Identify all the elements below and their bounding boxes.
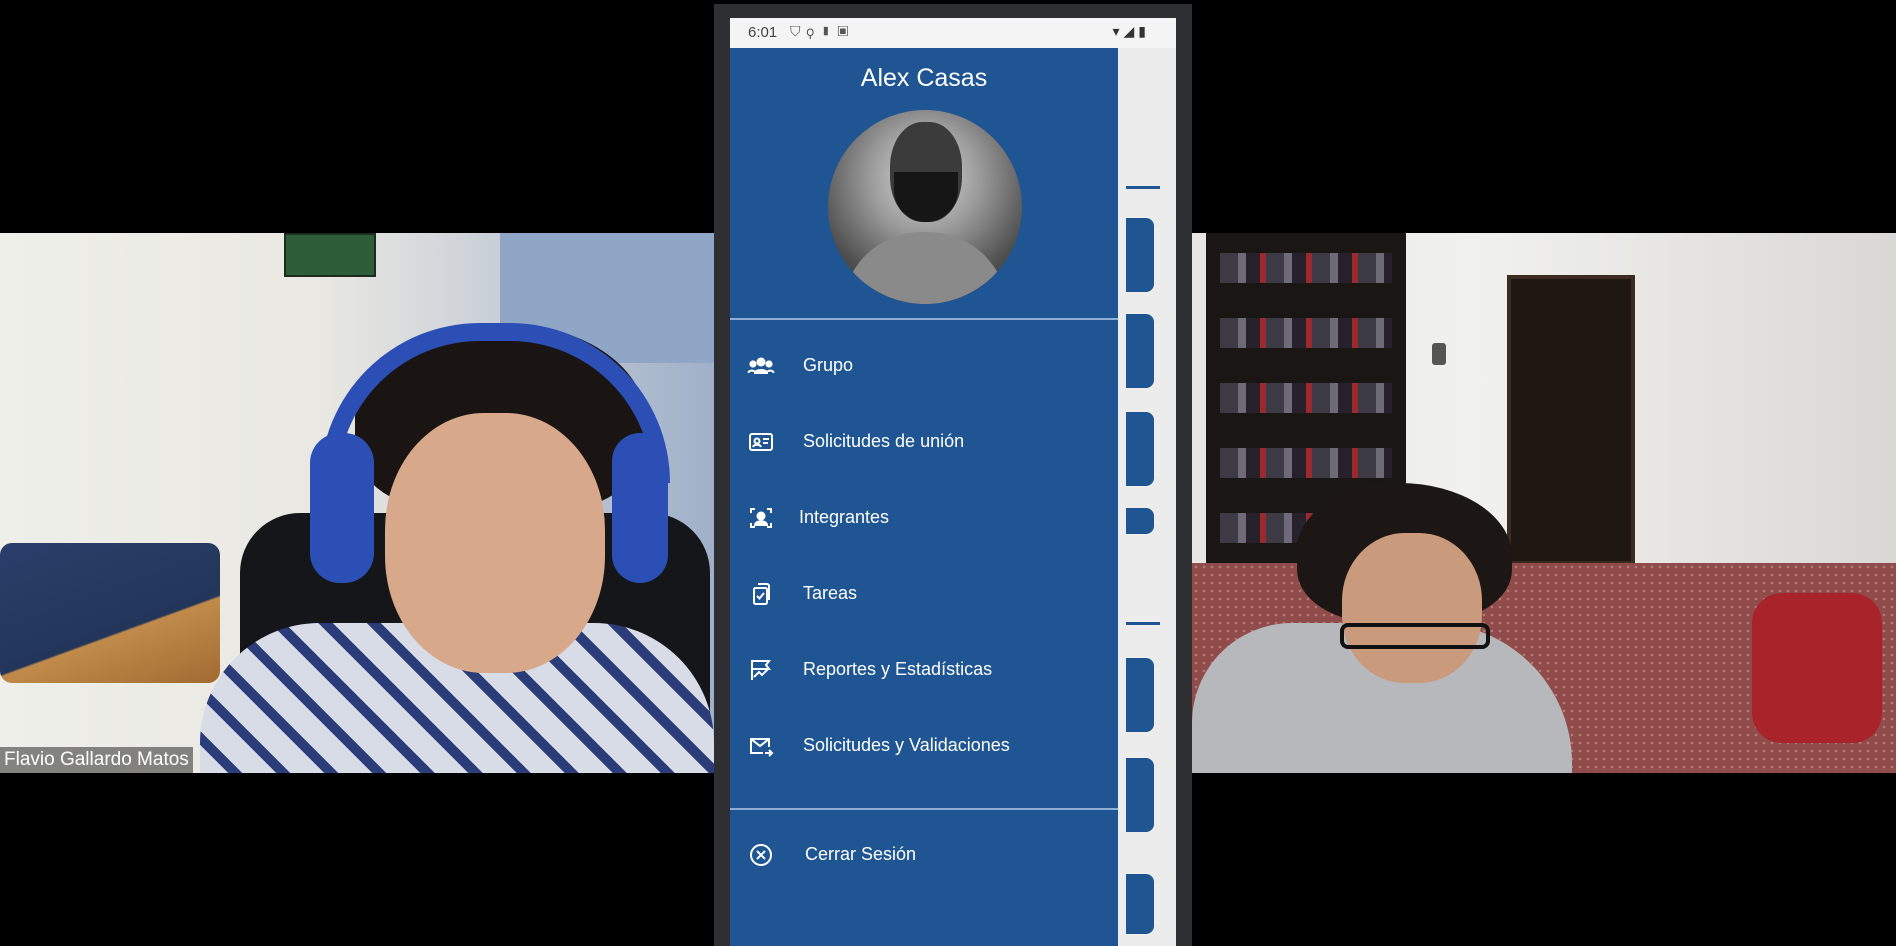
shared-phone-screen: 6:01 ⛉⚲▮▣ ▾◢▮ Alex Casas Grupo Solicitud… — [714, 4, 1192, 946]
status-right-icons: ▾◢▮ — [1112, 23, 1150, 40]
door — [1507, 275, 1635, 565]
signal-icon: ◢ — [1123, 23, 1139, 39]
member-icon — [744, 501, 778, 535]
status-bar: 6:01 ⛉⚲▮▣ ▾◢▮ — [730, 18, 1176, 48]
wall-picture — [284, 233, 376, 277]
headset-earcup-right — [612, 433, 668, 583]
vacuum-cleaner — [1752, 593, 1882, 743]
mail-icon — [744, 729, 778, 763]
status-left-icons: ⛉⚲▮▣ — [790, 23, 854, 40]
navigation-drawer: Alex Casas Grupo Solicitudes de unión In… — [730, 48, 1118, 946]
background-card — [1126, 314, 1154, 388]
menu-item-label: Integrantes — [799, 507, 890, 527]
menu-item-label: Reportes y Estadísticas — [803, 659, 993, 679]
close-circle-icon — [744, 838, 778, 872]
menu-item-label: Solicitudes de unión — [803, 431, 965, 451]
menu-item-reportes[interactable]: Reportes y Estadísticas — [730, 640, 1118, 700]
background-divider — [1126, 186, 1160, 189]
background-card — [1126, 658, 1154, 732]
menu-item-label: Tareas — [803, 583, 858, 603]
participant-video-left[interactable]: Flavio Gallardo Matos — [0, 233, 714, 773]
drawer-divider — [730, 808, 1118, 810]
background-card — [1126, 508, 1154, 534]
background-card — [1126, 758, 1154, 832]
participant-video-right[interactable] — [1192, 233, 1896, 773]
menu-item-label: Solicitudes y Validaciones — [803, 735, 1010, 755]
wifi-icon: ▾ — [1112, 23, 1124, 39]
background-divider — [1126, 622, 1160, 625]
phone-screen: 6:01 ⛉⚲▮▣ ▾◢▮ Alex Casas Grupo Solicitud… — [730, 18, 1176, 946]
background-card — [1126, 874, 1154, 934]
participant-name-tag: Flavio Gallardo Matos — [0, 747, 193, 773]
group-icon — [744, 349, 778, 383]
drawer-header: Alex Casas — [730, 48, 1118, 318]
face — [1342, 533, 1482, 683]
light-switch — [1432, 343, 1446, 365]
avatar[interactable] — [828, 110, 1022, 304]
menu-item-solicitudes-union[interactable]: Solicitudes de unión — [730, 412, 1118, 472]
menu-item-grupo[interactable]: Grupo — [730, 336, 1118, 396]
bed — [0, 543, 220, 683]
status-time: 6:01 — [748, 24, 778, 41]
menu-item-tareas[interactable]: Tareas — [730, 564, 1118, 624]
logout-label: Cerrar Sesión — [805, 844, 917, 864]
shield-icon: ⛉ — [790, 23, 807, 39]
user-name: Alex Casas — [860, 64, 988, 92]
headset-earcup-left — [310, 433, 374, 583]
chart-icon — [744, 653, 778, 687]
background-card — [1126, 412, 1154, 486]
background-card — [1126, 218, 1154, 292]
font-icon: ▣ — [837, 23, 855, 39]
menu-item-solicitudes-validaciones[interactable]: Solicitudes y Validaciones — [730, 716, 1118, 776]
glasses — [1340, 623, 1490, 649]
usb-icon: ⚲ — [806, 23, 820, 39]
drawer-divider — [730, 318, 1118, 320]
id-card-icon — [744, 425, 778, 459]
tasks-icon — [744, 577, 778, 611]
logout-button[interactable]: Cerrar Sesión — [730, 825, 1118, 885]
menu-item-integrantes[interactable]: Integrantes — [730, 488, 1118, 548]
battery-icon: ▮ — [1138, 23, 1150, 39]
menu-item-label: Grupo — [803, 355, 854, 375]
sd-card-icon: ▮ — [819, 23, 838, 39]
